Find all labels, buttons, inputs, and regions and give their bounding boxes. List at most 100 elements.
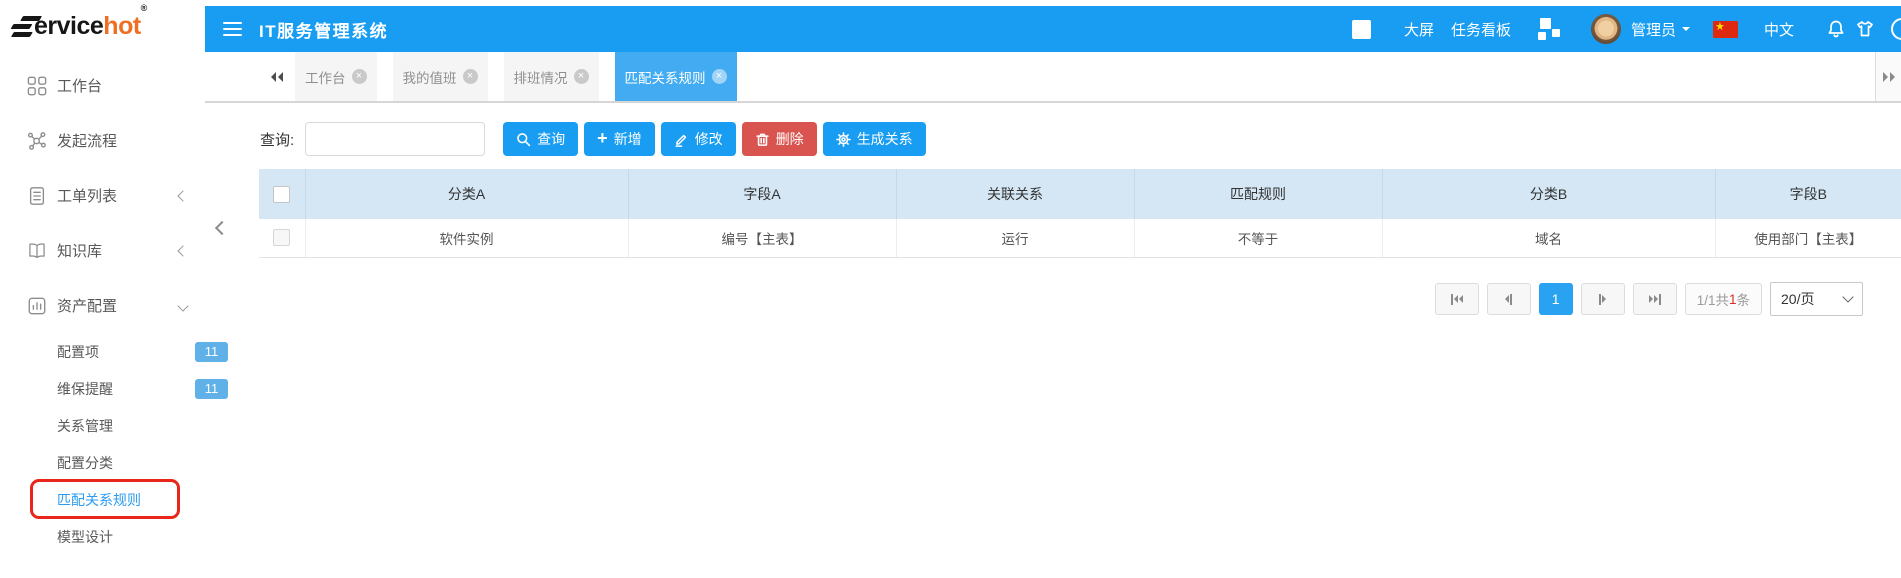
pagination-info: 1/1共1条 <box>1685 283 1762 315</box>
first-page-button[interactable] <box>1435 283 1479 315</box>
chevron-left-icon <box>177 190 188 201</box>
fullscreen-square-icon[interactable] <box>1352 20 1371 39</box>
tab-bar: 工作台 我的值班 排班情况 匹配关系规则 <box>205 52 1901 103</box>
sidebar-subitem-relation-management[interactable]: 关系管理 <box>0 407 205 444</box>
add-button[interactable]: + 新增 <box>584 122 655 156</box>
rules-table: 分类A 字段A 关联关系 匹配规则 分类B 字段B 软件实例 编号【主表】 运行… <box>259 169 1901 258</box>
app: ervicehot® 工作台 发起流程 <box>0 0 1901 578</box>
cell-field-b: 使用部门【主表】 <box>1715 219 1901 257</box>
search-icon <box>516 132 531 147</box>
tab-close-icon[interactable] <box>574 69 589 84</box>
sidebar-collapse-handle[interactable] <box>215 221 229 235</box>
tab-label: 我的值班 <box>403 67 457 87</box>
record-count: 1 <box>1729 292 1737 307</box>
double-chevron-left-icon <box>271 72 276 82</box>
cell-relation: 运行 <box>896 219 1134 257</box>
user-avatar[interactable] <box>1591 14 1621 44</box>
theme-shirt-icon[interactable] <box>1855 19 1875 39</box>
chevron-down-icon <box>177 300 188 311</box>
sidebar-item-start-process[interactable]: 发起流程 <box>0 113 205 168</box>
edit-pencil-icon <box>674 132 689 147</box>
pagination: 1 1/1共1条 20/页 <box>1435 282 1863 316</box>
plus-icon: + <box>597 129 608 147</box>
cell-field-a: 编号【主表】 <box>628 219 896 257</box>
notifications-bell-icon[interactable] <box>1826 19 1846 39</box>
tab-close-icon[interactable] <box>712 69 727 84</box>
next-page-button[interactable] <box>1581 283 1625 315</box>
column-header: 字段A <box>628 169 896 219</box>
main-content: 查询: 查询 + 新增 修改 <box>205 103 1901 578</box>
sidebar-item-knowledge-base[interactable]: 知识库 <box>0 223 205 278</box>
select-all-header-cell <box>259 169 305 219</box>
chevron-left-icon <box>177 245 188 256</box>
sidebar-item-workbench[interactable]: 工作台 <box>0 58 205 113</box>
last-page-button[interactable] <box>1633 283 1677 315</box>
tab-workbench[interactable]: 工作台 <box>295 52 377 101</box>
page-size-value: 20/页 <box>1781 289 1814 309</box>
page-size-select[interactable]: 20/页 <box>1770 282 1863 316</box>
column-header: 匹配规则 <box>1134 169 1382 219</box>
sidebar-subitem-config-items[interactable]: 配置项 11 <box>0 333 205 370</box>
next-icon <box>1602 295 1606 303</box>
search-button[interactable]: 查询 <box>503 122 578 156</box>
sidebar-subitem-model-design[interactable]: 模型设计 <box>0 518 205 555</box>
sidebar-subitem-maintenance-reminder[interactable]: 维保提醒 11 <box>0 370 205 407</box>
tab-shift-schedule[interactable]: 排班情况 <box>504 52 599 101</box>
row-select-cell <box>259 219 305 257</box>
query-toolbar: 查询: 查询 + 新增 修改 <box>260 122 926 156</box>
bar-chart-icon <box>27 296 47 316</box>
big-screen-link[interactable]: 大屏 <box>1404 19 1434 40</box>
table-header-row: 分类A 字段A 关联关系 匹配规则 分类B 字段B <box>259 169 1901 219</box>
flow-network-icon <box>27 131 47 151</box>
tabs-scroll-right-button[interactable] <box>1875 52 1901 101</box>
user-name-label: 管理员 <box>1631 19 1676 40</box>
logo-text: ervicehot® <box>34 12 147 41</box>
dashboard-grid-icon[interactable] <box>1537 17 1561 41</box>
trash-icon <box>755 132 770 147</box>
count-badge: 11 <box>195 379 228 399</box>
search-input[interactable] <box>305 122 485 156</box>
page-number-button[interactable]: 1 <box>1539 283 1573 315</box>
help-circle-icon[interactable] <box>1891 18 1901 40</box>
grid-icon <box>27 76 47 96</box>
skip-last-icon <box>1659 294 1661 305</box>
hamburger-menu-icon[interactable] <box>223 22 242 37</box>
sidebar-item-label: 工单列表 <box>57 185 179 206</box>
table-row[interactable]: 软件实例 编号【主表】 运行 不等于 域名 使用部门【主表】 <box>259 219 1901 257</box>
tab-my-duty[interactable]: 我的值班 <box>393 52 488 101</box>
top-bar-actions: 大屏 任务看板 管理员 ★ 中文 <box>1352 14 1901 44</box>
sidebar-item-work-orders[interactable]: 工单列表 <box>0 168 205 223</box>
sidebar-item-label: 发起流程 <box>57 130 187 151</box>
gear-icon <box>836 132 851 147</box>
count-badge: 11 <box>195 342 228 362</box>
caret-down-icon <box>1682 27 1690 35</box>
user-menu[interactable]: 管理员 <box>1631 19 1690 40</box>
tabs-scroll-left-button[interactable] <box>205 52 295 101</box>
skip-first-icon <box>1451 294 1453 305</box>
china-flag-icon[interactable]: ★ <box>1713 21 1738 38</box>
tab-matching-relation-rules[interactable]: 匹配关系规则 <box>615 52 737 101</box>
tab-close-icon[interactable] <box>463 69 478 84</box>
edit-button[interactable]: 修改 <box>661 122 736 156</box>
delete-button[interactable]: 删除 <box>742 122 817 156</box>
cell-category-a: 软件实例 <box>305 219 628 257</box>
app-title: IT服务管理系统 <box>259 17 388 42</box>
tab-close-icon[interactable] <box>352 69 367 84</box>
query-label: 查询: <box>260 129 294 150</box>
sidebar-item-label: 知识库 <box>57 240 179 261</box>
sidebar-subitem-label: 匹配关系规则 <box>57 490 141 510</box>
sidebar-subitem-config-classification[interactable]: 配置分类 <box>0 444 205 481</box>
document-list-icon <box>27 186 47 206</box>
select-all-checkbox[interactable] <box>273 186 290 203</box>
sidebar-subitem-label: 配置分类 <box>57 453 113 473</box>
chevron-down-icon <box>1842 291 1853 302</box>
sidebar-subitem-matching-relation-rules[interactable]: 匹配关系规则 <box>0 481 205 518</box>
task-board-link[interactable]: 任务看板 <box>1451 19 1511 40</box>
sidebar-subitem-label: 关系管理 <box>57 416 113 436</box>
language-switcher[interactable]: 中文 <box>1764 19 1794 40</box>
generate-relations-button[interactable]: 生成关系 <box>823 122 926 156</box>
prev-page-button[interactable] <box>1487 283 1531 315</box>
sidebar-item-asset-config[interactable]: 资产配置 <box>0 278 205 333</box>
tab-label: 匹配关系规则 <box>625 67 706 87</box>
row-checkbox[interactable] <box>273 229 290 246</box>
